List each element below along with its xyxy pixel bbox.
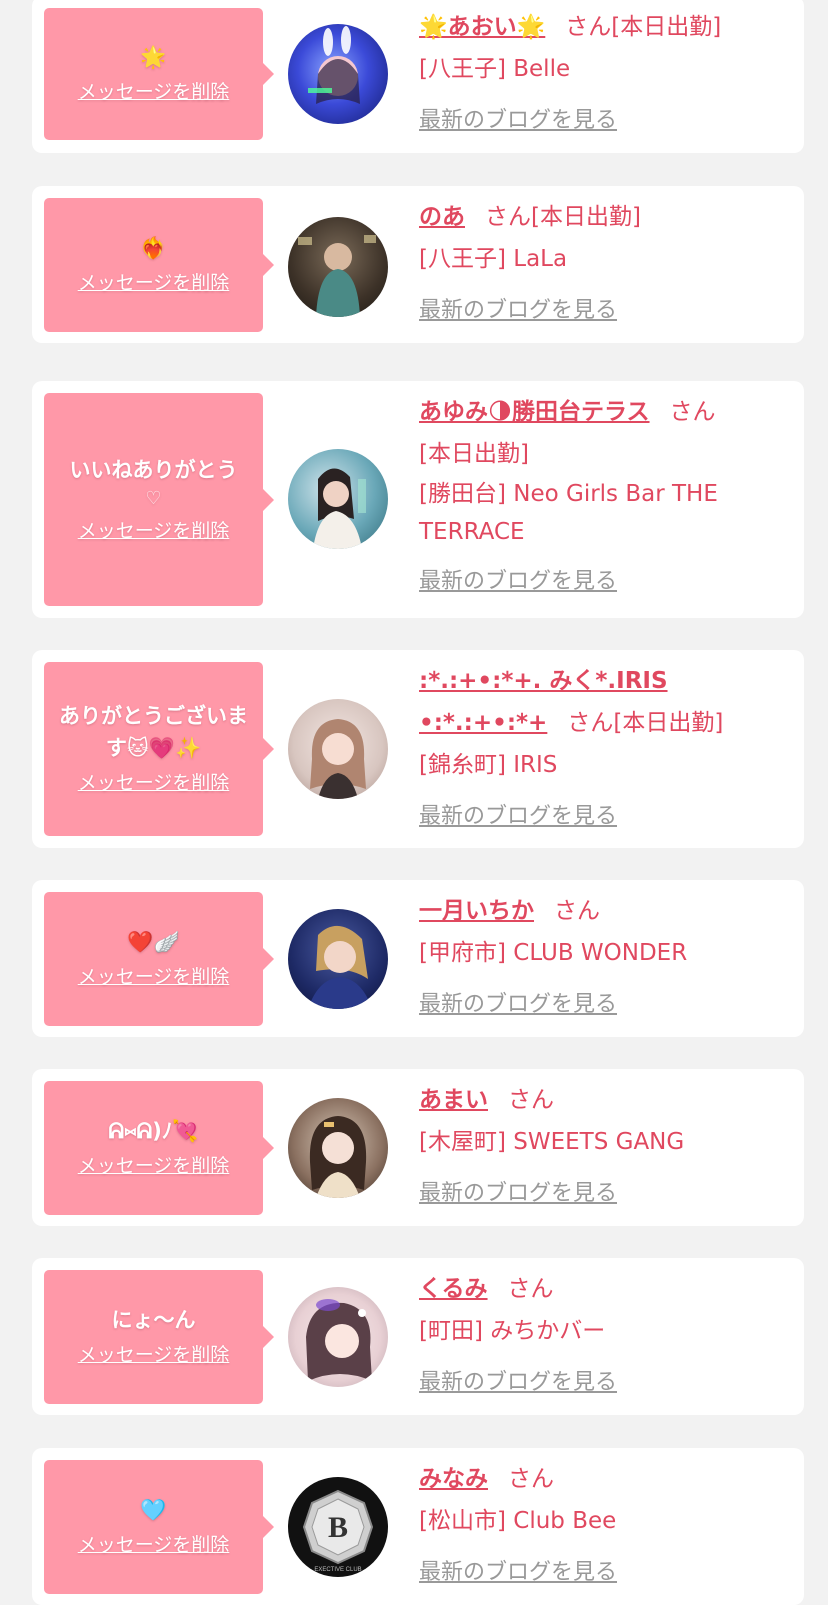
profile-name-link[interactable]: くるみ bbox=[419, 1276, 488, 1302]
san-label: さん bbox=[567, 710, 614, 736]
profile-name-link[interactable]: みなみ bbox=[419, 1466, 488, 1492]
status-label: [本日出勤] bbox=[419, 441, 529, 467]
profile-name-link[interactable]: 一月いちか bbox=[419, 898, 534, 924]
san-label: さん bbox=[507, 1276, 554, 1302]
message-card: ❤️🪽 メッセージを削除 一月いちか さん [甲府市] CLUB WONDER 最… bbox=[32, 880, 804, 1037]
club-logo-subtext: EXECTIVE CLUB bbox=[314, 1567, 361, 1573]
message-bubble: ❤️‍🔥 メッセージを削除 bbox=[44, 198, 274, 332]
profile-info: 一月いちか さん [甲府市] CLUB WONDER 最新のブログを見る bbox=[419, 890, 789, 1026]
message-card: ありがとうございます🐱💗✨ メッセージを削除 :*.:+•:*+. みく*.IR… bbox=[32, 650, 804, 848]
latest-blog-link[interactable]: 最新のブログを見る bbox=[419, 290, 617, 332]
status-label: [本日出勤] bbox=[531, 204, 641, 230]
shop-label: [木屋町] SWEETS GANG bbox=[419, 1129, 685, 1155]
latest-blog-link[interactable]: 最新のブログを見る bbox=[419, 796, 617, 838]
shop-label: [勝田台] Neo Girls Bar THE TERRACE bbox=[419, 481, 718, 545]
profile-info: 🌟あおい🌟 さん[本日出勤] [八王子] Belle 最新のブログを見る bbox=[419, 6, 789, 142]
profile-info: のあ さん[本日出勤] [八王子] LaLa 最新のブログを見る bbox=[419, 196, 789, 332]
message-bubble: ありがとうございます🐱💗✨ メッセージを削除 bbox=[44, 662, 274, 836]
delete-message-link[interactable]: メッセージを削除 bbox=[78, 1340, 230, 1370]
avatar[interactable] bbox=[288, 217, 388, 317]
profile-info: :*.:+•:*+. みく*.IRIS •:*.:+•:*+ さん[本日出勤] [… bbox=[419, 660, 789, 838]
profile-name-link[interactable]: 🌟あおい🌟 bbox=[419, 14, 545, 40]
delete-message-link[interactable]: メッセージを削除 bbox=[78, 268, 230, 298]
message-text-main: いいねありがとう bbox=[69, 457, 238, 482]
avatar[interactable] bbox=[288, 909, 388, 1009]
avatar[interactable] bbox=[288, 699, 388, 799]
message-bubble: にょ〜ん メッセージを削除 bbox=[44, 1270, 274, 1404]
message-text: 🌟 bbox=[140, 45, 167, 69]
profile-info: みなみ さん [松山市] Club Bee 最新のブログを見る bbox=[419, 1458, 789, 1594]
latest-blog-link[interactable]: 最新のブログを見る bbox=[419, 1362, 617, 1404]
profile-name-link[interactable]: のあ bbox=[419, 204, 465, 230]
message-card: ᕱ⑅ᕱ)ﾉ💘 メッセージを削除 あまい さん [木屋町] SWEETS GANG … bbox=[32, 1069, 804, 1226]
delete-message-link[interactable]: メッセージを削除 bbox=[78, 1151, 230, 1181]
message-text: ありがとうございます🐱💗✨ bbox=[59, 704, 248, 760]
avatar[interactable] bbox=[288, 1098, 388, 1198]
avatar[interactable] bbox=[288, 24, 388, 124]
message-text: 🩵 bbox=[140, 1498, 167, 1522]
profile-info: あゆみ🌗勝田台テラス さん [本日出勤] [勝田台] Neo Girls Bar … bbox=[419, 391, 789, 603]
delete-message-link[interactable]: メッセージを削除 bbox=[78, 768, 230, 798]
profile-info: くるみ さん [町田] みちかバー 最新のブログを見る bbox=[419, 1268, 789, 1404]
san-label: さん bbox=[485, 204, 531, 230]
profile-name-link[interactable]: あゆみ🌗勝田台テラス bbox=[419, 399, 650, 425]
shop-label: [松山市] Club Bee bbox=[419, 1508, 617, 1534]
latest-blog-link[interactable]: 最新のブログを見る bbox=[419, 1173, 617, 1215]
latest-blog-link[interactable]: 最新のブログを見る bbox=[419, 561, 617, 603]
shop-label: [錦糸町] IRIS bbox=[419, 752, 558, 778]
message-text: ❤️‍🔥 bbox=[140, 236, 167, 260]
club-bee-logo: B EXECTIVE CLUB bbox=[288, 1477, 388, 1577]
message-card: 🌟 メッセージを削除 🌟あおい🌟 さん[本日出勤] [八王子] Belle 最新の… bbox=[32, 0, 804, 153]
avatar[interactable] bbox=[288, 449, 388, 549]
delete-message-link[interactable]: メッセージを削除 bbox=[78, 516, 230, 546]
shop-label: [八王子] LaLa bbox=[419, 246, 568, 272]
profile-info: あまい さん [木屋町] SWEETS GANG 最新のブログを見る bbox=[419, 1079, 789, 1215]
club-logo-letter: B bbox=[328, 1511, 348, 1544]
san-label: さん bbox=[669, 399, 716, 425]
shop-label: [甲府市] CLUB WONDER bbox=[419, 940, 688, 966]
avatar[interactable] bbox=[288, 1287, 388, 1387]
message-bubble: ❤️🪽 メッセージを削除 bbox=[44, 892, 274, 1026]
message-text: いいねありがとう ♡ bbox=[70, 454, 238, 512]
status-label: [本日出勤] bbox=[611, 14, 722, 40]
message-bubble: ᕱ⑅ᕱ)ﾉ💘 メッセージを削除 bbox=[44, 1081, 274, 1215]
san-label: さん bbox=[508, 1466, 554, 1492]
message-bubble: いいねありがとう ♡ メッセージを削除 bbox=[44, 393, 274, 606]
san-label: さん bbox=[554, 898, 600, 924]
san-label: さん bbox=[565, 14, 612, 40]
message-bubble: 🩵 メッセージを削除 bbox=[44, 1460, 274, 1594]
message-card: ❤️‍🔥 メッセージを削除 のあ さん[本日出勤] [八王子] LaLa 最新のブ… bbox=[32, 186, 804, 343]
message-card: 🩵 メッセージを削除 B EXECTIVE CLUB みなみ さん [松山市] C… bbox=[32, 1448, 804, 1605]
shop-label: [町田] みちかバー bbox=[419, 1318, 606, 1344]
latest-blog-link[interactable]: 最新のブログを見る bbox=[419, 984, 617, 1026]
message-text: ❤️🪽 bbox=[127, 930, 180, 954]
heart-outline-icon: ♡ bbox=[145, 487, 162, 509]
message-text: ᕱ⑅ᕱ)ﾉ💘 bbox=[108, 1119, 199, 1143]
profile-name-link[interactable]: あまい bbox=[419, 1087, 488, 1113]
shop-label: [八王子] Belle bbox=[419, 56, 571, 82]
delete-message-link[interactable]: メッセージを削除 bbox=[78, 1530, 230, 1560]
status-label: [本日出勤] bbox=[613, 710, 724, 736]
latest-blog-link[interactable]: 最新のブログを見る bbox=[419, 100, 617, 142]
delete-message-link[interactable]: メッセージを削除 bbox=[78, 77, 230, 107]
message-text: にょ〜ん bbox=[111, 1308, 196, 1332]
latest-blog-link[interactable]: 最新のブログを見る bbox=[419, 1552, 617, 1594]
message-bubble: 🌟 メッセージを削除 bbox=[44, 8, 274, 140]
message-card: にょ〜ん メッセージを削除 くるみ さん [町田] みちかバー 最新のブログを見る bbox=[32, 1258, 804, 1415]
club-logo-avatar[interactable]: B EXECTIVE CLUB bbox=[288, 1477, 388, 1577]
message-card: いいねありがとう ♡ メッセージを削除 あゆみ🌗勝田台テラス さん [本日出勤] … bbox=[32, 381, 804, 618]
san-label: さん bbox=[508, 1087, 554, 1113]
delete-message-link[interactable]: メッセージを削除 bbox=[78, 962, 230, 992]
